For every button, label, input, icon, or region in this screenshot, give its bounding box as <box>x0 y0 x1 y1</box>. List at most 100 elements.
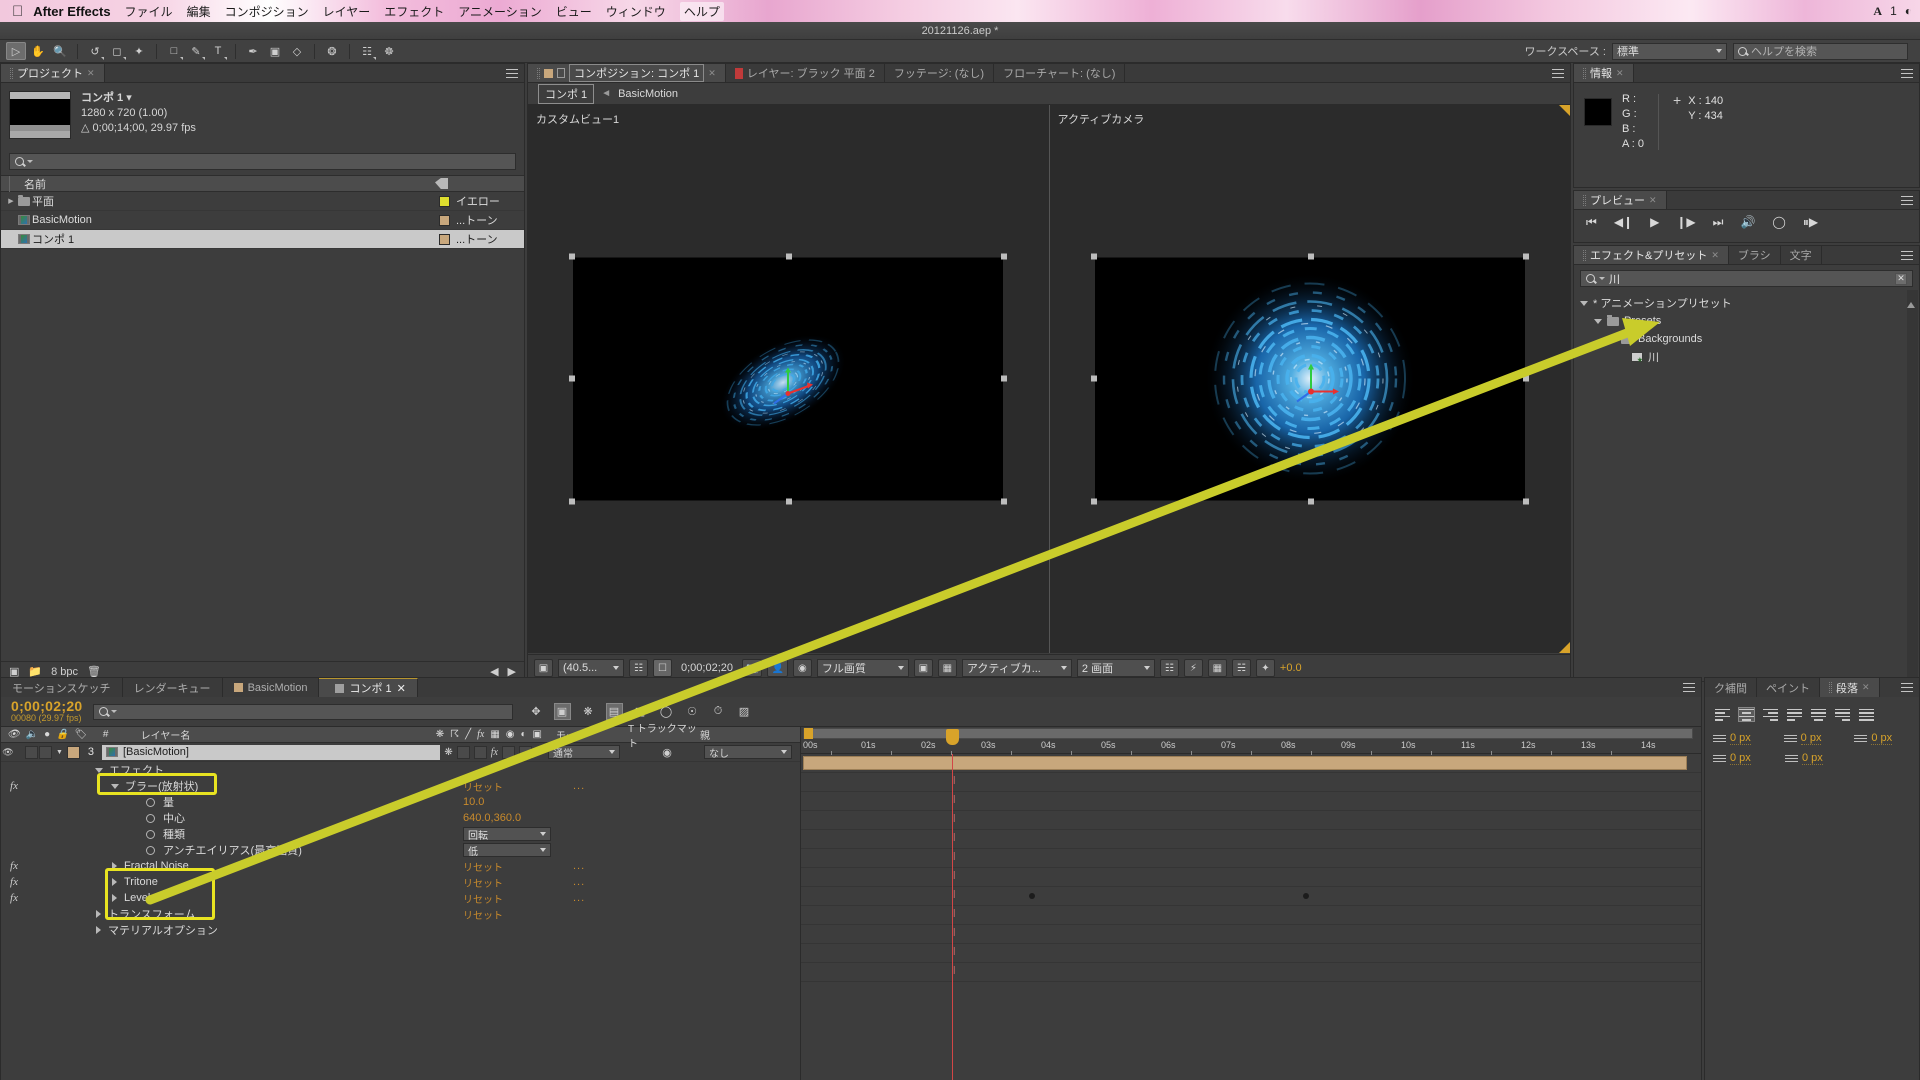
frame-blending-icon[interactable]: ▦ <box>490 729 499 740</box>
pixel-aspect-correction-button[interactable]: ☷ <box>1159 659 1179 677</box>
menu-item-edit[interactable]: 編集 <box>187 3 211 20</box>
tab-render-queue[interactable]: レンダーキュー <box>123 678 223 697</box>
project-panel-menu[interactable] <box>500 64 524 82</box>
brush-tool[interactable]: ✒ <box>243 42 263 60</box>
align-left-icon[interactable] <box>1714 707 1731 722</box>
scroll-up-icon[interactable] <box>1907 290 1915 308</box>
timeline-search-input[interactable] <box>92 703 513 720</box>
resolution-select[interactable]: フル画質 <box>816 659 909 677</box>
list-item[interactable]: ▶ 平面 イエロー <box>1 192 524 211</box>
frame-blend-toggle-icon[interactable] <box>501 745 515 759</box>
selection-handle[interactable] <box>1522 253 1529 260</box>
selection-handle[interactable] <box>786 498 793 505</box>
indent-left-field[interactable]: 0 px <box>1713 732 1770 745</box>
selection-handle[interactable] <box>1522 375 1529 382</box>
puppet-overlap-tool[interactable]: ☸ <box>379 42 399 60</box>
composition-panel-menu[interactable] <box>1546 64 1570 82</box>
justify-last-left-icon[interactable] <box>1786 707 1803 722</box>
selection-handle[interactable] <box>569 253 576 260</box>
auto-keyframe-icon[interactable]: ⏱ <box>710 703 727 720</box>
tab-motion-sketch[interactable]: モーションスケッチ <box>1 678 123 697</box>
effects-icon[interactable]: fx <box>1 892 27 904</box>
selection-handle[interactable] <box>569 498 576 505</box>
pen-tool[interactable]: ✎ <box>186 42 206 60</box>
keyframe-marker[interactable] <box>1029 893 1035 899</box>
property-value[interactable]: 10.0 <box>463 796 484 808</box>
panel-menu-icon[interactable] <box>1901 68 1913 78</box>
column-mode[interactable]: モード <box>548 727 628 742</box>
tree-row-material-options[interactable]: マテリアルオプション <box>1 922 800 938</box>
shy-icon[interactable]: ❋ <box>436 729 444 740</box>
exposure-value[interactable]: +0.0 <box>1280 662 1302 674</box>
info-panel-menu[interactable] <box>1895 64 1919 82</box>
menu-item-help[interactable]: ヘルプ <box>679 1 724 21</box>
tab-keyframe-interpolation[interactable]: ク補間 <box>1705 678 1757 697</box>
panel-menu-icon[interactable] <box>1901 683 1913 692</box>
panel-menu-icon[interactable] <box>1901 195 1913 205</box>
time-ruler[interactable]: 00s 01s 02s 03s 04s 05s 06s 07s 08s 09s … <box>801 728 1701 755</box>
about-link[interactable]: ... <box>573 780 585 792</box>
hide-shy-layers-icon[interactable]: ❋ <box>580 703 597 720</box>
audio-icon[interactable]: 🔈 <box>26 729 38 740</box>
fast-previews-button[interactable]: ⚡ <box>1183 659 1203 677</box>
close-icon[interactable]: ✕ <box>708 68 716 79</box>
menu-item-effect[interactable]: エフェクト <box>384 3 444 20</box>
tab-flowchart[interactable]: フローチャート: (なし) <box>994 64 1126 82</box>
mode-cell[interactable]: 通常 <box>548 745 630 760</box>
motion-blur-icon[interactable]: ◉ <box>506 729 515 740</box>
close-icon[interactable]: ✕ <box>1711 250 1719 261</box>
puppet-pin-tool[interactable]: ☷ <box>357 42 377 60</box>
justify-all-icon[interactable] <box>1858 707 1875 722</box>
transparency-grid-button[interactable]: ▦ <box>937 659 957 677</box>
tab-preview[interactable]: プレビュー ✕ <box>1574 191 1667 209</box>
help-search-input[interactable]: ヘルプを検索 <box>1733 42 1908 60</box>
exposure-reset-button[interactable]: ✦ <box>1255 659 1275 677</box>
project-item-label[interactable]: ...トーン <box>439 212 524 228</box>
lock-icon[interactable]: 🔒 <box>56 729 68 740</box>
video-toggle-icon[interactable]: 👁 <box>1 747 15 758</box>
work-area-start-handle[interactable] <box>804 728 813 739</box>
selection-handle[interactable] <box>1090 498 1097 505</box>
effects-icon[interactable]: fx <box>1 860 27 872</box>
playhead[interactable] <box>946 729 959 1080</box>
tab-footage[interactable]: フッテージ: (なし) <box>884 64 995 82</box>
show-snapshot-button[interactable]: 👤 <box>767 659 788 677</box>
chevron-down-icon[interactable] <box>1594 318 1602 324</box>
collapse-toggle-icon[interactable] <box>456 745 470 759</box>
timeline-button[interactable]: ▦ <box>1207 659 1227 677</box>
stopwatch-icon[interactable] <box>146 813 155 823</box>
tab-comp-1[interactable]: コンポ 1 ✕ <box>319 678 418 697</box>
indent-first-line-field[interactable]: 0 px <box>1854 732 1911 745</box>
selection-handle[interactable] <box>1001 253 1008 260</box>
effects-icon[interactable]: fx <box>477 729 484 740</box>
zoom-tool[interactable]: 🔍 <box>50 42 70 60</box>
breadcrumb-child[interactable]: BasicMotion <box>618 88 678 100</box>
property-value[interactable]: 640.0,360.0 <box>463 812 521 824</box>
tree-row-effects[interactable]: エフェクト <box>1 762 800 778</box>
tab-paragraph[interactable]: 段落 ✕ <box>1820 678 1880 697</box>
solo-icon[interactable]: ● <box>44 729 50 740</box>
reset-link[interactable]: リセット <box>463 891 503 906</box>
view-layout-select[interactable]: 2 画面 <box>1076 659 1155 677</box>
selection-handle[interactable] <box>1090 375 1097 382</box>
tab-info[interactable]: 情報 ✕ <box>1574 64 1634 82</box>
tab-paint[interactable]: ペイント <box>1757 678 1820 697</box>
selection-tool[interactable]: ▷ <box>6 42 26 60</box>
work-area-bar[interactable] <box>803 728 1693 739</box>
tab-brushes[interactable]: ブラシ <box>1728 246 1781 264</box>
clone-stamp-tool[interactable]: ▣ <box>265 42 285 60</box>
enable-frame-blending-icon[interactable]: ▤ <box>605 703 623 720</box>
paragraph-panel-menu[interactable] <box>1895 678 1919 697</box>
adobe-icon[interactable]: A <box>1873 4 1882 19</box>
viewer-active-camera[interactable]: アクティブカメラ <box>1048 105 1570 653</box>
timeline-layer-row[interactable] <box>801 754 1701 773</box>
project-item-label[interactable]: ...トーン <box>439 231 524 247</box>
playhead-handle[interactable] <box>946 729 959 745</box>
column-parent[interactable]: 親 <box>700 727 800 742</box>
brainstorm-icon[interactable]: ☉ <box>684 703 701 720</box>
lock-icon[interactable] <box>557 68 565 78</box>
list-item[interactable]: コンポ 1 ...トーン <box>1 230 524 249</box>
justify-last-center-icon[interactable] <box>1810 707 1827 722</box>
chevron-down-icon[interactable] <box>111 783 119 789</box>
menu-item-file[interactable]: ファイル <box>125 3 173 20</box>
